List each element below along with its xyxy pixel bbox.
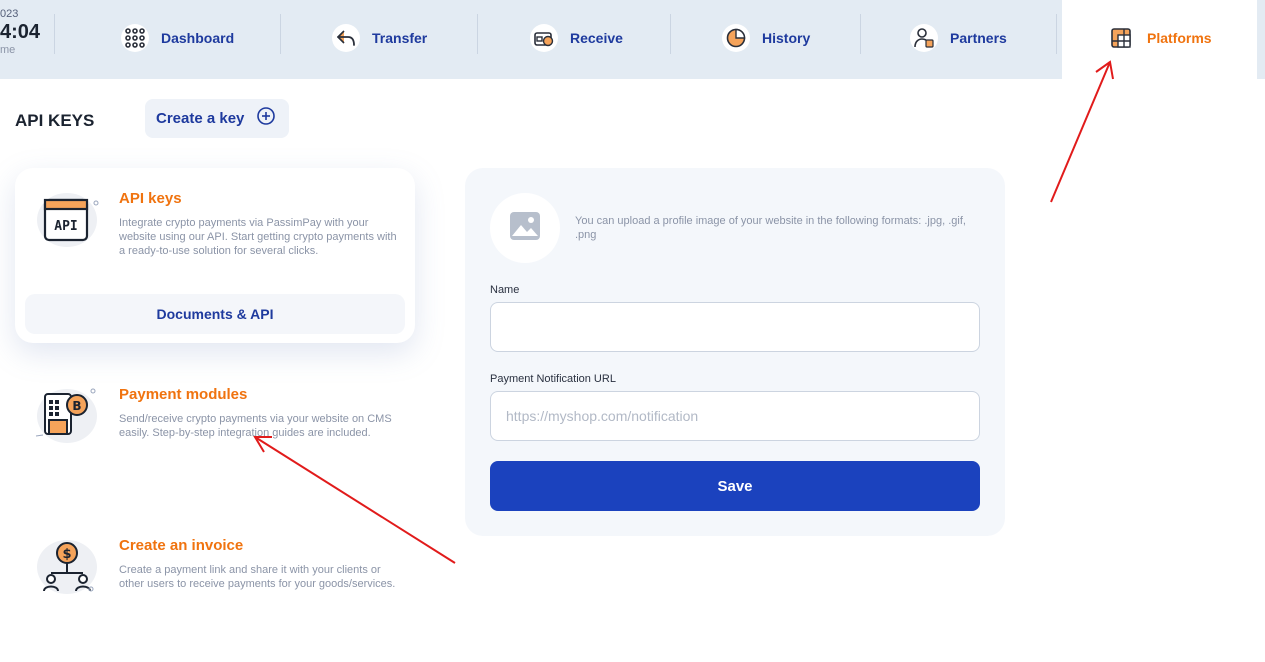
documents-api-label: Documents & API <box>156 306 274 322</box>
nav-divider <box>670 14 671 54</box>
nav-label: Receive <box>570 30 623 46</box>
clock-year: 023 <box>0 8 19 20</box>
grid-window-icon <box>1107 24 1135 52</box>
nav-divider <box>860 14 861 54</box>
dots-grid-icon <box>121 24 149 52</box>
url-label: Payment Notification URL <box>490 373 616 385</box>
documents-api-button[interactable]: Documents & API <box>25 294 405 334</box>
invoice-icon: $ <box>35 537 99 601</box>
name-label: Name <box>490 284 520 296</box>
page-title: API KEYS <box>15 111 95 130</box>
create-key-button[interactable]: Create a key <box>145 99 289 138</box>
name-input[interactable] <box>490 302 980 352</box>
create-invoice-title: Create an invoice <box>119 537 244 554</box>
svg-text:$: $ <box>62 547 71 562</box>
upload-hint: You can upload a profile image of your w… <box>575 215 966 241</box>
create-invoice-description: Create a payment link and share it with … <box>119 564 396 590</box>
api-keys-description: Integrate crypto payments via PassimPay … <box>119 217 397 257</box>
create-key-label: Create a key <box>156 110 245 127</box>
save-label: Save <box>717 477 753 495</box>
nav-label: Partners <box>950 30 1007 46</box>
clock: 023 4:04 me <box>0 8 50 56</box>
nav-divider <box>54 14 55 54</box>
notification-url-input[interactable] <box>490 391 980 441</box>
nav-partners[interactable]: Partners <box>910 20 1007 56</box>
nav-dashboard[interactable]: Dashboard <box>121 20 234 56</box>
payment-module-icon: B <box>35 386 99 450</box>
nav-divider <box>280 14 281 54</box>
nav-divider <box>477 14 478 54</box>
reply-arrow-icon <box>332 24 360 52</box>
user-card-icon <box>910 24 938 52</box>
api-keys-card[interactable]: API API keys Integrate crypto payments v… <box>15 168 415 343</box>
nav-transfer[interactable]: Transfer <box>332 20 427 56</box>
svg-text:API: API <box>54 219 77 234</box>
payment-modules-description: Send/receive crypto payments via your we… <box>119 413 392 439</box>
profile-image-upload[interactable] <box>490 193 560 263</box>
svg-text:B: B <box>72 399 81 413</box>
pie-clock-icon <box>722 24 750 52</box>
wallet-icon <box>530 24 558 52</box>
api-key-form: You can upload a profile image of your w… <box>465 168 1005 536</box>
nav-divider <box>1056 14 1057 54</box>
api-keys-title: API keys <box>119 190 182 207</box>
image-icon <box>509 211 541 246</box>
clock-label: me <box>0 44 16 56</box>
nav-receive[interactable]: Receive <box>530 20 623 56</box>
nav-label: Dashboard <box>161 30 235 46</box>
payment-modules-title: Payment modules <box>119 386 248 403</box>
api-window-icon: API <box>35 190 99 254</box>
nav-label: History <box>762 30 811 46</box>
plus-circle-icon <box>256 106 276 131</box>
nav-platforms[interactable]: Platforms <box>1107 20 1212 56</box>
nav-history[interactable]: History <box>722 20 810 56</box>
save-button[interactable]: Save <box>490 461 980 511</box>
clock-time: 4:04 <box>0 21 41 43</box>
nav-label: Platforms <box>1147 30 1212 46</box>
nav-label: Transfer <box>372 30 428 46</box>
